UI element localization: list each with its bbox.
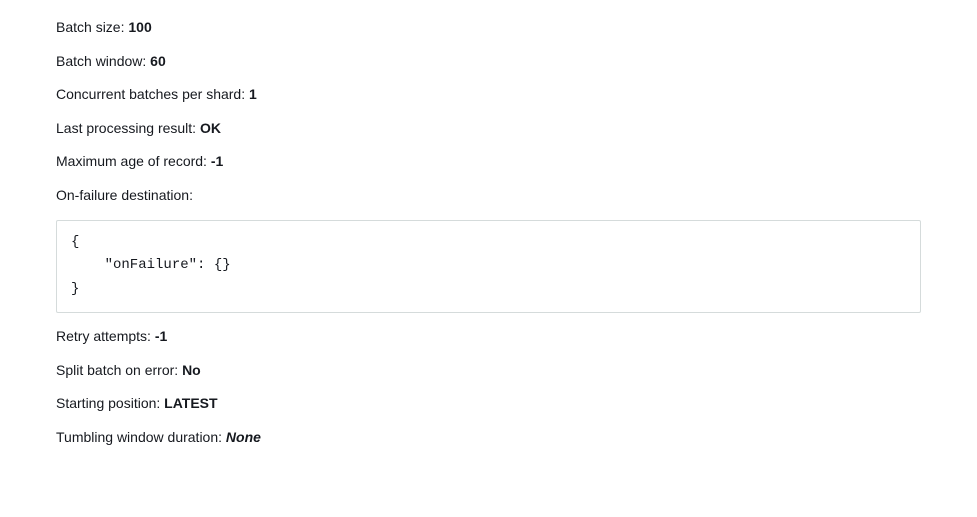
tumbling-window-value: None bbox=[226, 429, 261, 445]
on-failure-row: On-failure destination: bbox=[56, 186, 921, 206]
on-failure-code-block: { "onFailure": {} } bbox=[56, 220, 921, 313]
batch-window-label: Batch window: bbox=[56, 53, 150, 69]
starting-position-value: LATEST bbox=[164, 395, 217, 411]
batch-size-label: Batch size: bbox=[56, 19, 128, 35]
batch-size-value: 100 bbox=[128, 19, 151, 35]
starting-position-row: Starting position: LATEST bbox=[56, 394, 921, 414]
last-result-row: Last processing result: OK bbox=[56, 119, 921, 139]
concurrent-batches-value: 1 bbox=[249, 86, 257, 102]
last-result-value: OK bbox=[200, 120, 221, 136]
concurrent-batches-label: Concurrent batches per shard: bbox=[56, 86, 249, 102]
max-age-row: Maximum age of record: -1 bbox=[56, 152, 921, 172]
max-age-value: -1 bbox=[211, 153, 223, 169]
batch-size-row: Batch size: 100 bbox=[56, 18, 921, 38]
split-batch-value: No bbox=[182, 362, 201, 378]
concurrent-batches-row: Concurrent batches per shard: 1 bbox=[56, 85, 921, 105]
on-failure-label: On-failure destination: bbox=[56, 187, 193, 203]
starting-position-label: Starting position: bbox=[56, 395, 164, 411]
tumbling-window-label: Tumbling window duration: bbox=[56, 429, 226, 445]
batch-window-value: 60 bbox=[150, 53, 166, 69]
retry-attempts-value: -1 bbox=[155, 328, 167, 344]
batch-window-row: Batch window: 60 bbox=[56, 52, 921, 72]
retry-attempts-row: Retry attempts: -1 bbox=[56, 327, 921, 347]
split-batch-label: Split batch on error: bbox=[56, 362, 182, 378]
max-age-label: Maximum age of record: bbox=[56, 153, 211, 169]
retry-attempts-label: Retry attempts: bbox=[56, 328, 155, 344]
split-batch-row: Split batch on error: No bbox=[56, 361, 921, 381]
last-result-label: Last processing result: bbox=[56, 120, 200, 136]
tumbling-window-row: Tumbling window duration: None bbox=[56, 428, 921, 448]
